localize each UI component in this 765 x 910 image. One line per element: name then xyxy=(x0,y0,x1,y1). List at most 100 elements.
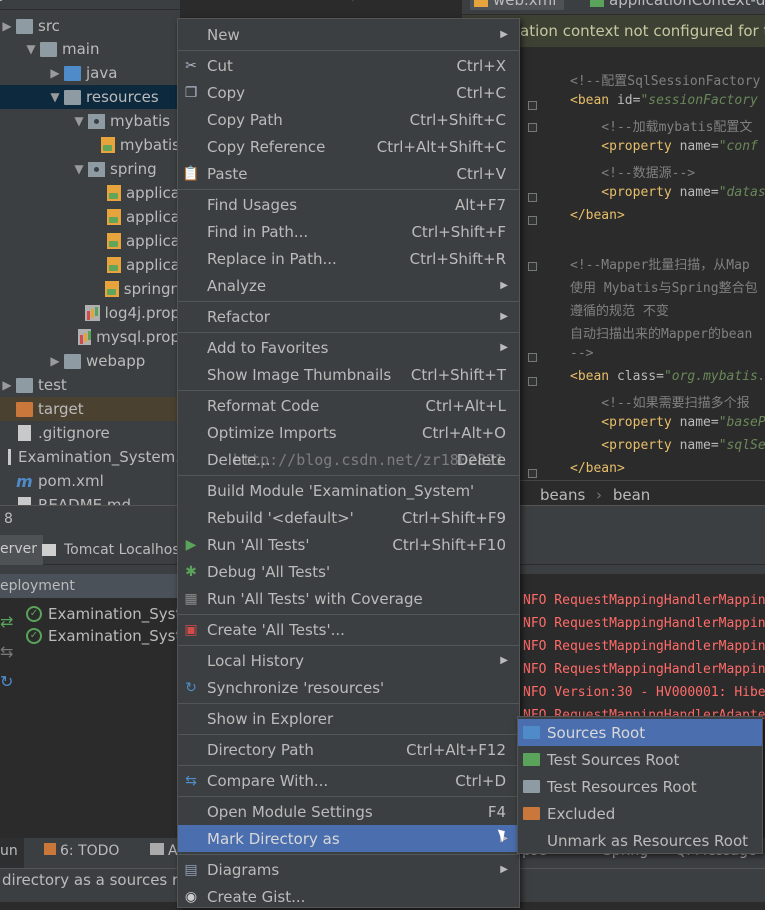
menu-item-create-all-tests[interactable]: ▣ Create 'All Tests'... xyxy=(178,616,519,643)
tree-item[interactable]: applica xyxy=(0,181,180,205)
submenu-item-excluded[interactable]: Excluded xyxy=(518,800,762,827)
chevron-down-icon[interactable]: ▼ xyxy=(48,90,62,104)
fold-marker-icon[interactable] xyxy=(528,377,537,386)
menu-item-run-all-tests-with-coverage[interactable]: ▦ Run 'All Tests' with Coverage xyxy=(178,585,519,612)
menu-item-refactor[interactable]: Refactor ▶ xyxy=(178,303,519,330)
folder-icon xyxy=(523,726,540,739)
tree-item[interactable]: mysql.prop xyxy=(0,325,180,349)
chevron-down-icon[interactable]: ▼ xyxy=(72,114,86,128)
tree-item-label: main xyxy=(62,40,100,58)
menu-item-cut[interactable]: ✂ Cut Ctrl+X xyxy=(178,52,519,79)
menu-item-find-in-path[interactable]: Find in Path... Ctrl+Shift+F xyxy=(178,218,519,245)
menu-item-analyze[interactable]: Analyze ▶ xyxy=(178,272,519,299)
tree-item[interactable]: ▶ java xyxy=(0,61,180,85)
fold-marker-icon[interactable] xyxy=(528,123,537,132)
tree-item[interactable]: ▼ spring xyxy=(0,157,180,181)
fold-marker-icon[interactable] xyxy=(528,101,537,110)
chevron-right-icon[interactable]: ▶ xyxy=(0,19,14,33)
tool-window-todo[interactable]: 6: TODO xyxy=(44,838,119,864)
menu-item-debug-all-tests[interactable]: ✱ Debug 'All Tests' xyxy=(178,558,519,585)
fold-marker-icon[interactable] xyxy=(528,216,537,225)
menu-item-synchronize-resources[interactable]: ↻ Synchronize 'resources' xyxy=(178,674,519,701)
menu-item-show-image-thumbnails[interactable]: Show Image Thumbnails Ctrl+Shift+T xyxy=(178,361,519,388)
code-token: </bean> xyxy=(570,461,625,476)
code-line: --> xyxy=(570,346,593,361)
editor-tab-web-xml[interactable]: web.xml xyxy=(470,0,565,10)
menu-item-compare-with[interactable]: ⇆ Compare With... Ctrl+D xyxy=(178,767,519,794)
refresh-icon[interactable]: ↻ xyxy=(0,672,13,691)
menu-item-paste[interactable]: 📋 Paste Ctrl+V xyxy=(178,160,519,187)
tree-item[interactable]: ▼ resources xyxy=(0,85,180,109)
tab-server[interactable]: erver xyxy=(0,535,44,565)
menu-item-copy-path[interactable]: Copy Path Ctrl+Shift+C xyxy=(178,106,519,133)
tool-window-run[interactable]: un xyxy=(0,838,24,868)
menu-item-local-history[interactable]: Local History ▶ xyxy=(178,647,519,674)
menu-item-build-module-examination-system[interactable]: Build Module 'Examination_System' xyxy=(178,477,519,504)
menu-item-find-usages[interactable]: Find Usages Alt+F7 xyxy=(178,191,519,218)
deploy-action-icon[interactable]: ⇄ xyxy=(0,612,13,631)
chevron-right-icon[interactable]: ▶ xyxy=(48,66,62,80)
menu-item-create-gist[interactable]: ◉ Create Gist... xyxy=(178,883,519,910)
menu-item-mark-directory-as[interactable]: Mark Directory as ▶ xyxy=(178,825,519,852)
tree-item[interactable]: mybatis xyxy=(0,133,180,157)
deploy-item[interactable]: ✓ Examination_Syste xyxy=(26,627,191,645)
tree-item[interactable]: ▶ test xyxy=(0,373,180,397)
code-token: name= xyxy=(679,438,719,453)
menu-separator xyxy=(178,332,519,333)
tree-item[interactable]: ▼ mybatis xyxy=(0,109,180,133)
tree-item[interactable]: ▼ main xyxy=(0,37,180,61)
tree-item[interactable]: target xyxy=(0,397,180,421)
fold-marker-icon[interactable] xyxy=(528,262,537,271)
chevron-down-icon[interactable]: ▼ xyxy=(72,162,86,176)
tool-window-other[interactable]: A xyxy=(150,838,178,864)
submenu-item-sources-root[interactable]: Sources Root xyxy=(518,719,762,746)
menu-item-open-module-settings[interactable]: Open Module Settings F4 xyxy=(178,798,519,825)
chevron-down-icon[interactable]: ▼ xyxy=(24,42,38,56)
menu-item-optimize-imports[interactable]: Optimize Imports Ctrl+Alt+O xyxy=(178,419,519,446)
tree-item[interactable]: springn xyxy=(0,277,180,301)
menu-item-delete[interactable]: Delete... Delete xyxy=(178,446,519,473)
menu-item-replace-in-path[interactable]: Replace in Path... Ctrl+Shift+R xyxy=(178,245,519,272)
menu-item-new[interactable]: New ▶ xyxy=(178,21,519,48)
deploy-item[interactable]: ✓ Examination_Syste xyxy=(26,605,191,623)
menu-item-directory-path[interactable]: Directory Path Ctrl+Alt+F12 xyxy=(178,736,519,763)
menu-item-copy-reference[interactable]: Copy Reference Ctrl+Alt+Shift+C xyxy=(178,133,519,160)
menu-item-add-to-favorites[interactable]: Add to Favorites ▶ xyxy=(178,334,519,361)
tree-item[interactable]: ▶ src xyxy=(0,14,180,38)
tab-tomcat-localhost[interactable]: Tomcat Localhos xyxy=(42,535,180,565)
deploy-undeploy-icon[interactable]: ⇆ xyxy=(0,642,13,661)
menu-item-rebuild-default[interactable]: Rebuild '<default>' Ctrl+Shift+F9 xyxy=(178,504,519,531)
fold-marker-icon[interactable] xyxy=(528,353,537,362)
breadcrumb-item[interactable]: bean xyxy=(613,486,650,504)
submenu-item-test-sources-root[interactable]: Test Sources Root xyxy=(518,746,762,773)
editor-tab-label: web.xml xyxy=(493,0,557,9)
breadcrumb-item[interactable]: beans xyxy=(540,486,585,504)
tree-item[interactable]: log4j.prop xyxy=(0,301,180,325)
tree-item[interactable]: applica xyxy=(0,229,180,253)
menu-item-copy[interactable]: ❐ Copy Ctrl+C xyxy=(178,79,519,106)
code-token: "sessionFactory xyxy=(640,93,758,108)
tree-item[interactable]: README.md xyxy=(0,493,180,505)
chevron-right-icon[interactable]: ▶ xyxy=(0,378,14,392)
submenu-item-unmark-as-resources-root[interactable]: Unmark as Resources Root xyxy=(518,827,762,854)
run-icon: ▶ xyxy=(185,536,197,553)
tree-item[interactable]: m pom.xml xyxy=(0,469,180,493)
menu-item-run-all-tests[interactable]: ▶ Run 'All Tests' Ctrl+Shift+F10 xyxy=(178,531,519,558)
menu-item-diagrams[interactable]: ▤ Diagrams ▶ xyxy=(178,856,519,883)
tree-item[interactable]: .gitignore xyxy=(0,421,180,445)
tree-item[interactable]: applica xyxy=(0,205,180,229)
tree-item[interactable]: Examination_System. xyxy=(0,445,180,469)
settings-icon[interactable]: ⚙ xyxy=(346,0,359,4)
menu-item-reformat-code[interactable]: Reformat Code Ctrl+Alt+L xyxy=(178,392,519,419)
tree-item[interactable]: ▶ webapp xyxy=(0,349,180,373)
editor-tab-application-context[interactable]: applicationContext-d xyxy=(590,0,765,10)
project-tree-header: ject ⚙ xyxy=(0,0,359,10)
tree-item[interactable]: applica xyxy=(0,253,180,277)
submenu-item-test-resources-root[interactable]: Test Resources Root xyxy=(518,773,762,800)
chevron-right-icon[interactable]: ▶ xyxy=(48,354,62,368)
tree-item-label: log4j.prop xyxy=(104,304,180,322)
menu-item-shortcut: Ctrl+Alt+O xyxy=(422,423,506,442)
fold-marker-icon[interactable] xyxy=(528,193,537,202)
menu-item-show-in-explorer[interactable]: Show in Explorer xyxy=(178,705,519,732)
fold-marker-icon[interactable] xyxy=(528,469,537,478)
